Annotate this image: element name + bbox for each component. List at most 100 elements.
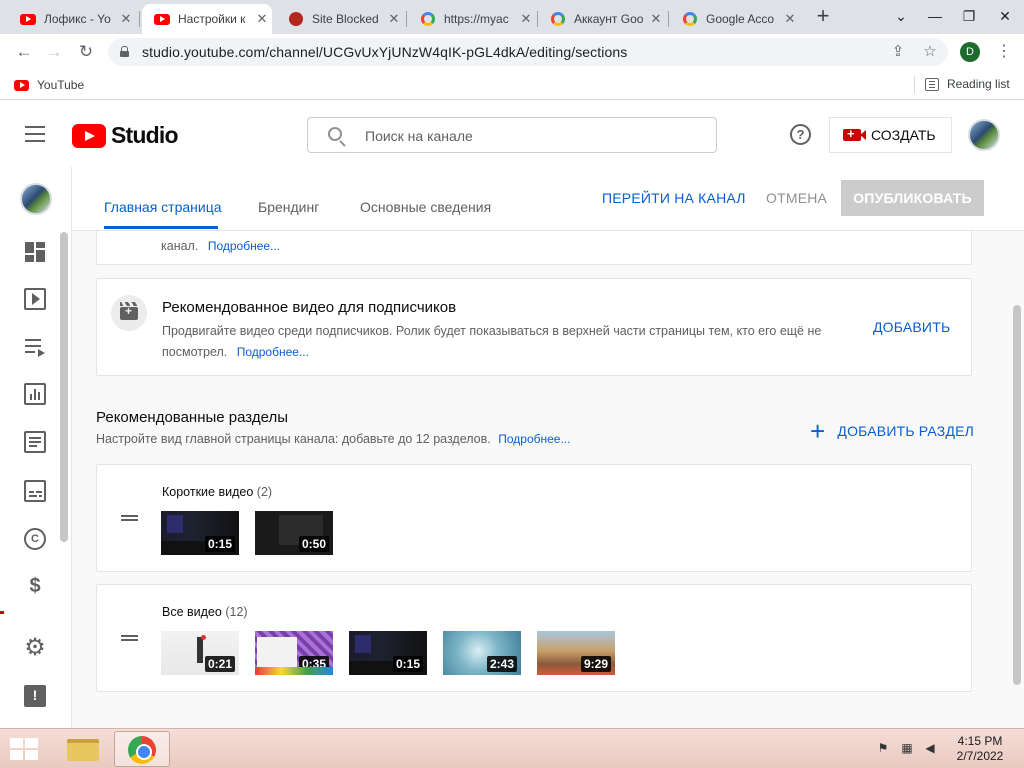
address-bar[interactable]: studio.youtube.com/channel/UCGvUxYjUNzW4… <box>108 38 948 66</box>
close-icon[interactable]: ✕ <box>516 11 536 27</box>
search-input[interactable]: Поиск на канале <box>365 128 473 144</box>
url-text[interactable]: studio.youtube.com/channel/UCGvUxYjUNzW4… <box>142 44 627 60</box>
tab-branding[interactable]: Брендинг <box>258 199 319 215</box>
playlist-icon[interactable] <box>24 336 46 358</box>
channel-search[interactable]: Поиск на канале <box>307 117 717 153</box>
go-to-channel-button[interactable]: ПЕРЕЙТИ НА КАНАЛ <box>602 190 746 206</box>
tab-basic-info[interactable]: Основные сведения <box>360 199 491 215</box>
video-thumbnail[interactable]: 0:21 <box>161 631 239 675</box>
video-thumbnail[interactable]: 0:15 <box>349 631 427 675</box>
address-bar-row: ← → ↻ studio.youtube.com/channel/UCGvUxY… <box>0 34 1024 70</box>
new-tab-button[interactable]: + <box>810 4 836 30</box>
volume-icon[interactable]: ◀ <box>922 741 938 757</box>
add-section-button[interactable]: + ДОБАВИТЬ РАЗДЕЛ <box>810 418 975 444</box>
tab-search-icon[interactable]: ⌄ <box>884 0 918 34</box>
featured-sections-desc: Настройте вид главной страницы канала: д… <box>96 432 570 446</box>
lock-icon[interactable] <box>120 46 129 57</box>
add-featured-video-button[interactable]: ДОБАВИТЬ <box>873 319 950 335</box>
close-icon[interactable]: ✕ <box>252 11 272 27</box>
bookmark-youtube[interactable]: YouTube <box>14 78 84 92</box>
windows-taskbar: ⚑ ▦ ◀ 4:15 PM 2/7/2022 <box>0 728 1024 768</box>
subtitles-icon[interactable] <box>24 480 46 502</box>
back-button[interactable]: ← <box>12 40 36 64</box>
share-icon[interactable]: ⇪ <box>888 42 908 62</box>
account-avatar[interactable] <box>968 119 1000 151</box>
close-icon[interactable]: ✕ <box>384 11 404 27</box>
drag-handle-icon[interactable] <box>121 635 138 641</box>
hamburger-menu-icon[interactable] <box>25 126 45 142</box>
video-thumbnail[interactable]: 2:43 <box>443 631 521 675</box>
video-thumbnail[interactable]: 9:29 <box>537 631 615 675</box>
tab-title: Лофикс - Yo <box>44 12 111 26</box>
minimize-button[interactable]: — <box>918 0 952 34</box>
reading-list-label: Reading list <box>947 77 1010 91</box>
content-icon[interactable] <box>24 288 46 310</box>
reload-button[interactable]: ↻ <box>74 40 98 64</box>
browser-tab[interactable]: Аккаунт Goo ✕ <box>538 4 666 34</box>
google-icon <box>682 11 698 27</box>
bookmark-separator <box>914 76 915 94</box>
drag-handle-icon[interactable] <box>121 515 138 521</box>
close-icon[interactable]: ✕ <box>646 11 666 27</box>
studio-sidebar: C $ ⚙ ! <box>0 167 72 728</box>
studio-logo[interactable]: Studio <box>72 122 179 149</box>
browser-menu-icon[interactable]: ⋮ <box>996 40 1012 64</box>
page-scrollbar[interactable] <box>1013 305 1021 685</box>
gear-icon[interactable]: ⚙ <box>24 636 46 660</box>
browser-tab[interactable]: Лофикс - Yo ✕ <box>8 4 136 34</box>
analytics-icon[interactable] <box>24 383 46 405</box>
close-icon[interactable]: ✕ <box>780 11 800 27</box>
close-icon[interactable]: ✕ <box>116 11 136 27</box>
tab-home[interactable]: Главная страница <box>104 199 222 215</box>
add-section-label: ДОБАВИТЬ РАЗДЕЛ <box>837 423 975 439</box>
dollar-icon[interactable]: $ <box>24 575 46 597</box>
sidebar-scrollbar[interactable] <box>60 232 68 542</box>
google-icon <box>420 11 436 27</box>
chrome-icon <box>128 736 156 764</box>
tab-title: Site Blocked <box>312 12 379 26</box>
profile-avatar[interactable]: D <box>960 42 980 62</box>
reading-list-button[interactable]: Reading list <box>925 77 1010 91</box>
video-thumbnail[interactable]: 0:15 <box>161 511 239 555</box>
cancel-button[interactable]: ОТМЕНА <box>766 190 827 206</box>
learn-more-link[interactable]: Подробнее... <box>208 239 280 253</box>
comments-icon[interactable] <box>24 431 46 453</box>
network-icon[interactable]: ▦ <box>899 741 915 757</box>
browser-tab-active[interactable]: Настройки к ✕ <box>142 4 272 34</box>
close-window-button[interactable]: ✕ <box>988 0 1022 34</box>
video-duration: 0:21 <box>204 656 235 672</box>
video-thumbnail[interactable]: 0:50 <box>255 511 333 555</box>
publish-button[interactable]: ОПУБЛИКОВАТЬ <box>841 180 984 216</box>
system-clock[interactable]: 4:15 PM 2/7/2022 <box>944 734 1016 764</box>
section-shelf[interactable]: Короткие видео (2) 0:15 0:50 <box>96 464 972 572</box>
create-label: СОЗДАТЬ <box>871 127 936 143</box>
windows-start-icon[interactable] <box>10 738 38 760</box>
action-center-icon[interactable]: ⚑ <box>875 741 891 757</box>
forward-button[interactable]: → <box>42 40 66 64</box>
active-tab-indicator <box>104 226 218 229</box>
taskbar-chrome[interactable] <box>114 731 170 767</box>
shelf-title-label: Короткие видео <box>162 485 254 499</box>
create-button[interactable]: СОЗДАТЬ <box>829 117 952 153</box>
sidebar-indicator <box>0 611 4 614</box>
browser-tab[interactable]: Google Acco ✕ <box>670 4 800 34</box>
taskbar-file-explorer[interactable] <box>54 731 110 767</box>
help-icon[interactable]: ? <box>790 124 811 145</box>
feedback-icon[interactable]: ! <box>24 685 46 707</box>
video-thumbnail[interactable]: 0:35 <box>255 631 333 675</box>
channel-avatar[interactable] <box>20 183 52 215</box>
customization-tabs-bar: Главная страница Брендинг Основные сведе… <box>72 167 1024 231</box>
browser-tab[interactable]: https://myac ✕ <box>408 4 536 34</box>
restore-button[interactable]: ❐ <box>952 0 986 34</box>
learn-more-link[interactable]: Подробнее... <box>237 345 309 359</box>
shelf-title: Все видео (12) <box>162 605 248 619</box>
section-shelf[interactable]: Все видео (12) 0:21 0:35 0:15 2:43 9:29 <box>96 584 972 692</box>
video-duration: 0:35 <box>298 656 329 672</box>
browser-tab[interactable]: Site Blocked ✕ <box>276 4 404 34</box>
learn-more-link[interactable]: Подробнее... <box>498 432 570 446</box>
studio-logo-text: Studio <box>111 122 179 148</box>
bookmarks-bar: YouTube Reading list <box>0 70 1024 100</box>
copyright-icon[interactable]: C <box>24 528 46 550</box>
bookmark-star-icon[interactable]: ☆ <box>920 42 940 62</box>
dashboard-icon[interactable] <box>24 241 46 263</box>
